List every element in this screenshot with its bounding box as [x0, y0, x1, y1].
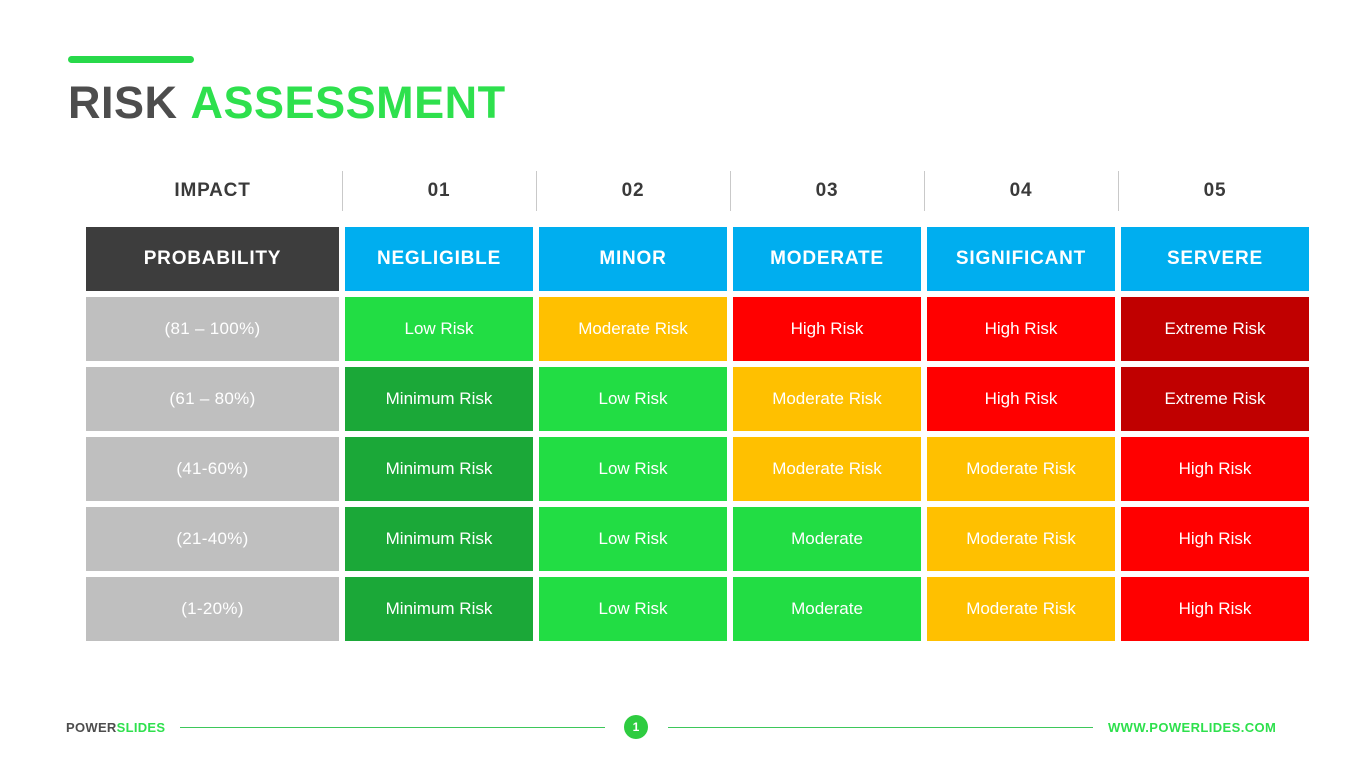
- column-divider: [924, 171, 925, 211]
- risk-cell: Extreme Risk: [1121, 367, 1309, 431]
- probability-header-cell: PROBABILITY: [86, 227, 339, 291]
- risk-cell: Minimum Risk: [345, 367, 533, 431]
- impact-number-label: 01: [427, 180, 451, 201]
- column-divider: [342, 171, 343, 211]
- brand-primary: POWER: [66, 719, 117, 735]
- title-block: RISK ASSESSMENT: [68, 56, 506, 125]
- risk-cell: High Risk: [1121, 577, 1309, 641]
- impact-number-label: 03: [815, 180, 839, 201]
- impact-number-label: 02: [621, 180, 645, 201]
- category-header-row: PROBABILITY NEGLIGIBLE MINOR MODERATE SI…: [86, 227, 1309, 291]
- risk-cell: High Risk: [1121, 507, 1309, 571]
- matrix-row: (61 – 80%) Minimum Risk Low Risk Moderat…: [86, 367, 1309, 431]
- risk-cell: Extreme Risk: [1121, 297, 1309, 361]
- column-divider: [1118, 171, 1119, 211]
- footer: POWERSLIDES 1 WWW.POWERLIDES.COM: [0, 712, 1365, 742]
- matrix-row: (1-20%) Minimum Risk Low Risk Moderate M…: [86, 577, 1309, 641]
- matrix-row: (81 – 100%) Low Risk Moderate Risk High …: [86, 297, 1309, 361]
- page-title-primary: RISK: [68, 77, 178, 128]
- brand-logo: POWERSLIDES: [66, 720, 165, 735]
- probability-label-cell: (81 – 100%): [86, 297, 339, 361]
- risk-cell: Moderate: [733, 577, 921, 641]
- risk-cell: Moderate Risk: [733, 367, 921, 431]
- category-header-significant: SIGNIFICANT: [927, 227, 1115, 291]
- probability-label-cell: (21-40%): [86, 507, 339, 571]
- risk-cell: Moderate Risk: [539, 297, 727, 361]
- risk-cell: High Risk: [927, 297, 1115, 361]
- risk-cell: Low Risk: [539, 577, 727, 641]
- risk-cell: Moderate: [733, 507, 921, 571]
- risk-cell: Low Risk: [539, 367, 727, 431]
- impact-number-label: 05: [1203, 180, 1227, 201]
- column-divider: [730, 171, 731, 211]
- risk-cell: Low Risk: [539, 437, 727, 501]
- risk-cell: Low Risk: [345, 297, 533, 361]
- impact-label-cell: IMPACT: [174, 180, 251, 201]
- category-header-minor: MINOR: [539, 227, 727, 291]
- risk-cell: Low Risk: [539, 507, 727, 571]
- footer-rule-left: [180, 726, 605, 728]
- impact-number-03: 03: [730, 166, 921, 216]
- page-title-secondary: ASSESSMENT: [190, 77, 506, 128]
- risk-cell: Moderate Risk: [927, 577, 1115, 641]
- risk-cell: High Risk: [733, 297, 921, 361]
- page-number-badge: 1: [624, 715, 648, 739]
- risk-cell: Moderate Risk: [927, 507, 1115, 571]
- column-divider: [536, 171, 537, 211]
- probability-label-cell: (61 – 80%): [86, 367, 339, 431]
- risk-cell: High Risk: [1121, 437, 1309, 501]
- risk-cell: Moderate Risk: [927, 437, 1115, 501]
- impact-header-row: IMPACT 01 02 03 04 05: [86, 166, 1280, 216]
- brand-secondary: SLIDES: [116, 719, 166, 735]
- footer-rule-right: [668, 726, 1093, 728]
- risk-cell: Minimum Risk: [345, 577, 533, 641]
- title-accent-bar: [68, 56, 194, 63]
- matrix-row: (41-60%) Minimum Risk Low Risk Moderate …: [86, 437, 1309, 501]
- category-header-severe: SERVERE: [1121, 227, 1309, 291]
- impact-number-01: 01: [342, 166, 533, 216]
- risk-matrix: IMPACT 01 02 03 04 05 PROBABILITY NEGLIG…: [86, 166, 1309, 641]
- risk-cell: High Risk: [927, 367, 1115, 431]
- impact-number-05: 05: [1118, 166, 1309, 216]
- impact-number-02: 02: [536, 166, 727, 216]
- impact-number-label: 04: [1009, 180, 1033, 201]
- probability-label-cell: (41-60%): [86, 437, 339, 501]
- matrix-row: (21-40%) Minimum Risk Low Risk Moderate …: [86, 507, 1309, 571]
- impact-number-04: 04: [924, 166, 1115, 216]
- website-url[interactable]: WWW.POWERLIDES.COM: [1108, 720, 1276, 735]
- risk-cell: Minimum Risk: [345, 437, 533, 501]
- risk-cell: Minimum Risk: [345, 507, 533, 571]
- risk-cell: Moderate Risk: [733, 437, 921, 501]
- probability-label-cell: (1-20%): [86, 577, 339, 641]
- category-header-moderate: MODERATE: [733, 227, 921, 291]
- page-title: RISK ASSESSMENT: [68, 80, 506, 125]
- category-header-negligible: NEGLIGIBLE: [345, 227, 533, 291]
